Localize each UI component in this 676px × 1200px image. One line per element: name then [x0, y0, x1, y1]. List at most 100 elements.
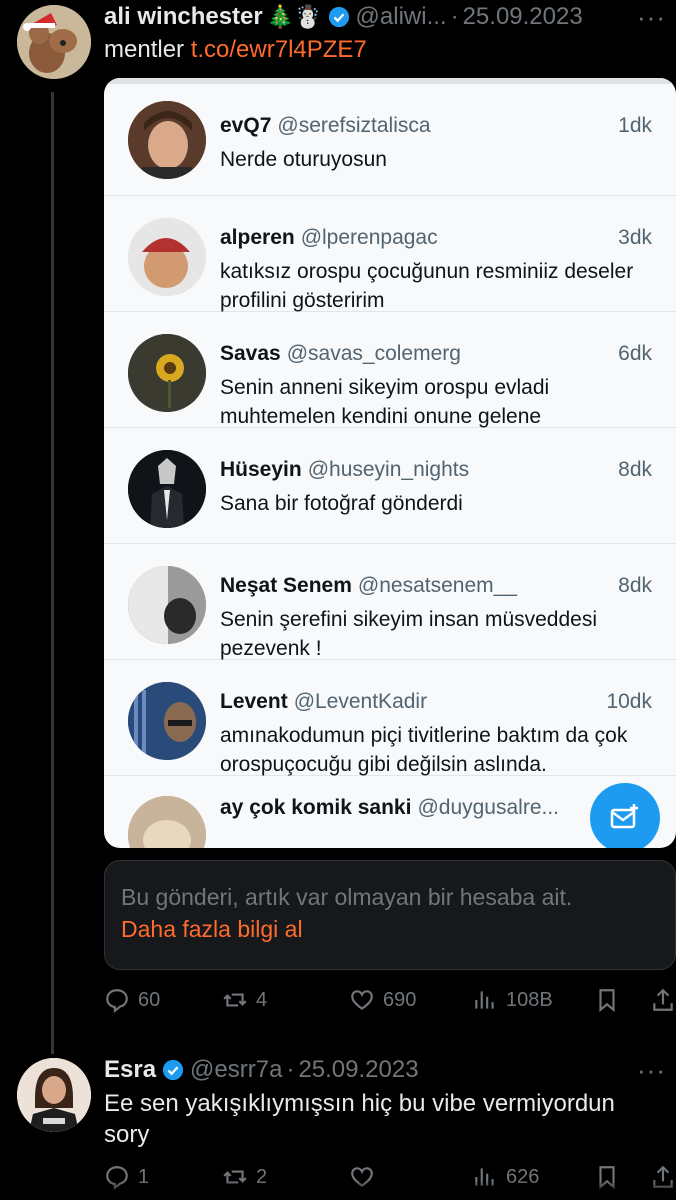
- dm-list-item: Neşat Senem @nesatsenem__ 8dk Senin şeref…: [104, 544, 676, 660]
- dm-avatar: [128, 450, 206, 528]
- mouse-cartoon-avatar-image: [17, 5, 91, 79]
- views-count: 108B: [506, 988, 553, 1011]
- retweet-button[interactable]: 4: [222, 987, 267, 1013]
- more-options-icon[interactable]: ···: [637, 2, 666, 33]
- compose-message-icon: [610, 804, 638, 829]
- verified-badge-icon: [162, 1059, 184, 1081]
- reply-author-avatar[interactable]: [17, 1058, 91, 1132]
- dm-list-item: Hüseyin @huseyin_nights 8dk Sana bir foto…: [104, 428, 676, 544]
- dm-time: 6dk: [618, 342, 652, 365]
- dm-list-item: Savas @savas_colemerg 6dk Senin anneni si…: [104, 312, 676, 428]
- reply-author-handle[interactable]: @esrr7a: [190, 1056, 282, 1084]
- dm-message: katıksız orospu çocuğunun resminiiz dese…: [220, 260, 634, 312]
- dm-sender: Savas @savas_colemerg: [220, 342, 461, 366]
- dm-time: 1dk: [618, 114, 652, 137]
- dm-sender: Hüseyin @huseyin_nights: [220, 458, 469, 482]
- notice-text: Bu gönderi, artık var olmayan bir hesaba…: [121, 884, 573, 910]
- share-button[interactable]: [650, 987, 676, 1013]
- dm-time: 3dk: [618, 226, 652, 249]
- reply-date[interactable]: 25.09.2023: [298, 1056, 418, 1084]
- dm-sender-name: Levent: [220, 690, 288, 713]
- new-message-button[interactable]: [590, 783, 660, 848]
- dm-avatar-image: [128, 566, 206, 644]
- dm-list-item: alperen @lperenpagac 3dk katıksız orospu …: [104, 196, 676, 312]
- dm-sender-name: Neşat Senem: [220, 574, 352, 597]
- dm-list-item: Levent @LeventKadir 10dk amınakodumun piç…: [104, 660, 676, 776]
- bookmark-icon: [599, 989, 615, 1013]
- retweet-count: 4: [256, 988, 268, 1011]
- dm-message: Sana bir fotoğraf gönderdi: [220, 492, 463, 515]
- retweet-icon: [223, 993, 247, 1007]
- dm-sender: alperen @lperenpagac: [220, 226, 438, 250]
- dm-time: 10dk: [606, 690, 652, 713]
- reply-header: Esra @esrr7a · 25.09.2023: [104, 1053, 419, 1087]
- header-separator: ·: [450, 3, 459, 30]
- dm-avatar: [128, 566, 206, 644]
- dm-sender-name: evQ7: [220, 114, 272, 137]
- share-icon: [653, 988, 673, 1011]
- author-name[interactable]: ali winchester: [104, 3, 263, 31]
- dm-avatar-image: [128, 101, 206, 179]
- dm-message: Senin anneni sikeyim orospu evladi muhte…: [220, 376, 550, 428]
- tweet-actions-bar: 60 4 690 108B: [104, 985, 676, 1015]
- verified-badge-icon: [328, 6, 349, 28]
- dm-sender-name: alperen: [220, 226, 295, 249]
- reply-text: Ee sen yakışıklıymışsın hiç bu vibe verm…: [104, 1090, 615, 1148]
- dm-sender-handle: @serefsiztalisca: [277, 114, 431, 137]
- tweet-header: ali winchester 🎄☃️ @aliwi... · 25.09.202…: [104, 0, 583, 34]
- dm-sender-handle: @huseyin_nights: [307, 458, 470, 481]
- dm-sender-handle: @lperenpagac: [300, 226, 438, 249]
- dm-avatar: [128, 218, 206, 296]
- dm-sender-handle: @duygusalre...: [417, 796, 560, 819]
- dm-sender: evQ7 @serefsiztalisca: [220, 114, 431, 138]
- reply-author-name[interactable]: Esra: [104, 1056, 156, 1084]
- author-emojis: 🎄☃️: [266, 4, 322, 29]
- dm-sender-handle: @LeventKadir: [293, 690, 428, 713]
- dm-sender: Neşat Senem @nesatsenem__: [220, 574, 517, 598]
- embedded-dm-screenshot[interactable]: evQ7 @serefsiztalisca 1dk Nerde oturuyosu…: [104, 78, 676, 848]
- more-options-icon[interactable]: ···: [637, 1055, 666, 1086]
- reply-icon: [106, 989, 128, 1013]
- bottom-fade: [0, 1180, 676, 1200]
- dm-sender: Levent @LeventKadir: [220, 690, 427, 714]
- dm-avatar: [128, 796, 206, 848]
- learn-more-link[interactable]: Daha fazla bilgi al: [121, 913, 659, 945]
- header-separator: ·: [286, 1056, 295, 1083]
- author-handle[interactable]: @aliwi...: [356, 3, 447, 31]
- dm-sender-name: ay çok komik sanki: [220, 796, 412, 819]
- bookmark-button[interactable]: [594, 987, 620, 1013]
- dm-list-item: evQ7 @serefsiztalisca 1dk Nerde oturuyosu…: [104, 84, 676, 196]
- heart-icon: [351, 990, 373, 1010]
- like-button[interactable]: 690: [349, 987, 416, 1013]
- dm-time: 8dk: [618, 574, 652, 597]
- dm-time: 8dk: [618, 458, 652, 481]
- dm-sender-name: Savas: [220, 342, 281, 365]
- dm-avatar-image: [128, 796, 206, 848]
- sunflower-avatar-image: [128, 334, 206, 412]
- author-avatar[interactable]: [17, 5, 91, 79]
- dm-avatar-image: [128, 218, 206, 296]
- dm-sender-name: Hüseyin: [220, 458, 302, 481]
- reply-button[interactable]: 60: [104, 987, 160, 1013]
- tweet-link[interactable]: t.co/ewr7l4PZE7: [191, 36, 367, 63]
- tweet-text-prefix: mentler: [104, 36, 185, 63]
- dm-sender-handle: @savas_colemerg: [286, 342, 461, 365]
- views-button[interactable]: 108B: [472, 987, 553, 1013]
- dm-avatar: [128, 101, 206, 179]
- dm-message: Senin şerefini sikeyim insan müsveddesi …: [220, 608, 598, 660]
- unavailable-account-notice: Bu gönderi, artık var olmayan bir hesaba…: [104, 860, 676, 970]
- tweet-text: mentler t.co/ewr7l4PZE7: [104, 34, 367, 65]
- reply-count: 60: [138, 988, 161, 1011]
- woman-avatar-image: [17, 1058, 91, 1132]
- thread-connector-line: [51, 92, 54, 1054]
- dm-avatar: [128, 334, 206, 412]
- tweet-date[interactable]: 25.09.2023: [463, 3, 583, 31]
- views-chart-icon: [475, 991, 494, 1009]
- dm-avatar: [128, 682, 206, 760]
- dm-message: amınakodumun piçi tivitlerine baktım da …: [220, 724, 628, 776]
- dm-sender: ay çok komik sanki @duygusalre...: [220, 796, 559, 820]
- wolf-suit-avatar-image: [128, 450, 206, 528]
- like-count: 690: [383, 988, 417, 1011]
- dm-message: Nerde oturuyosun: [220, 148, 387, 171]
- dm-sender-handle: @nesatsenem__: [357, 574, 517, 597]
